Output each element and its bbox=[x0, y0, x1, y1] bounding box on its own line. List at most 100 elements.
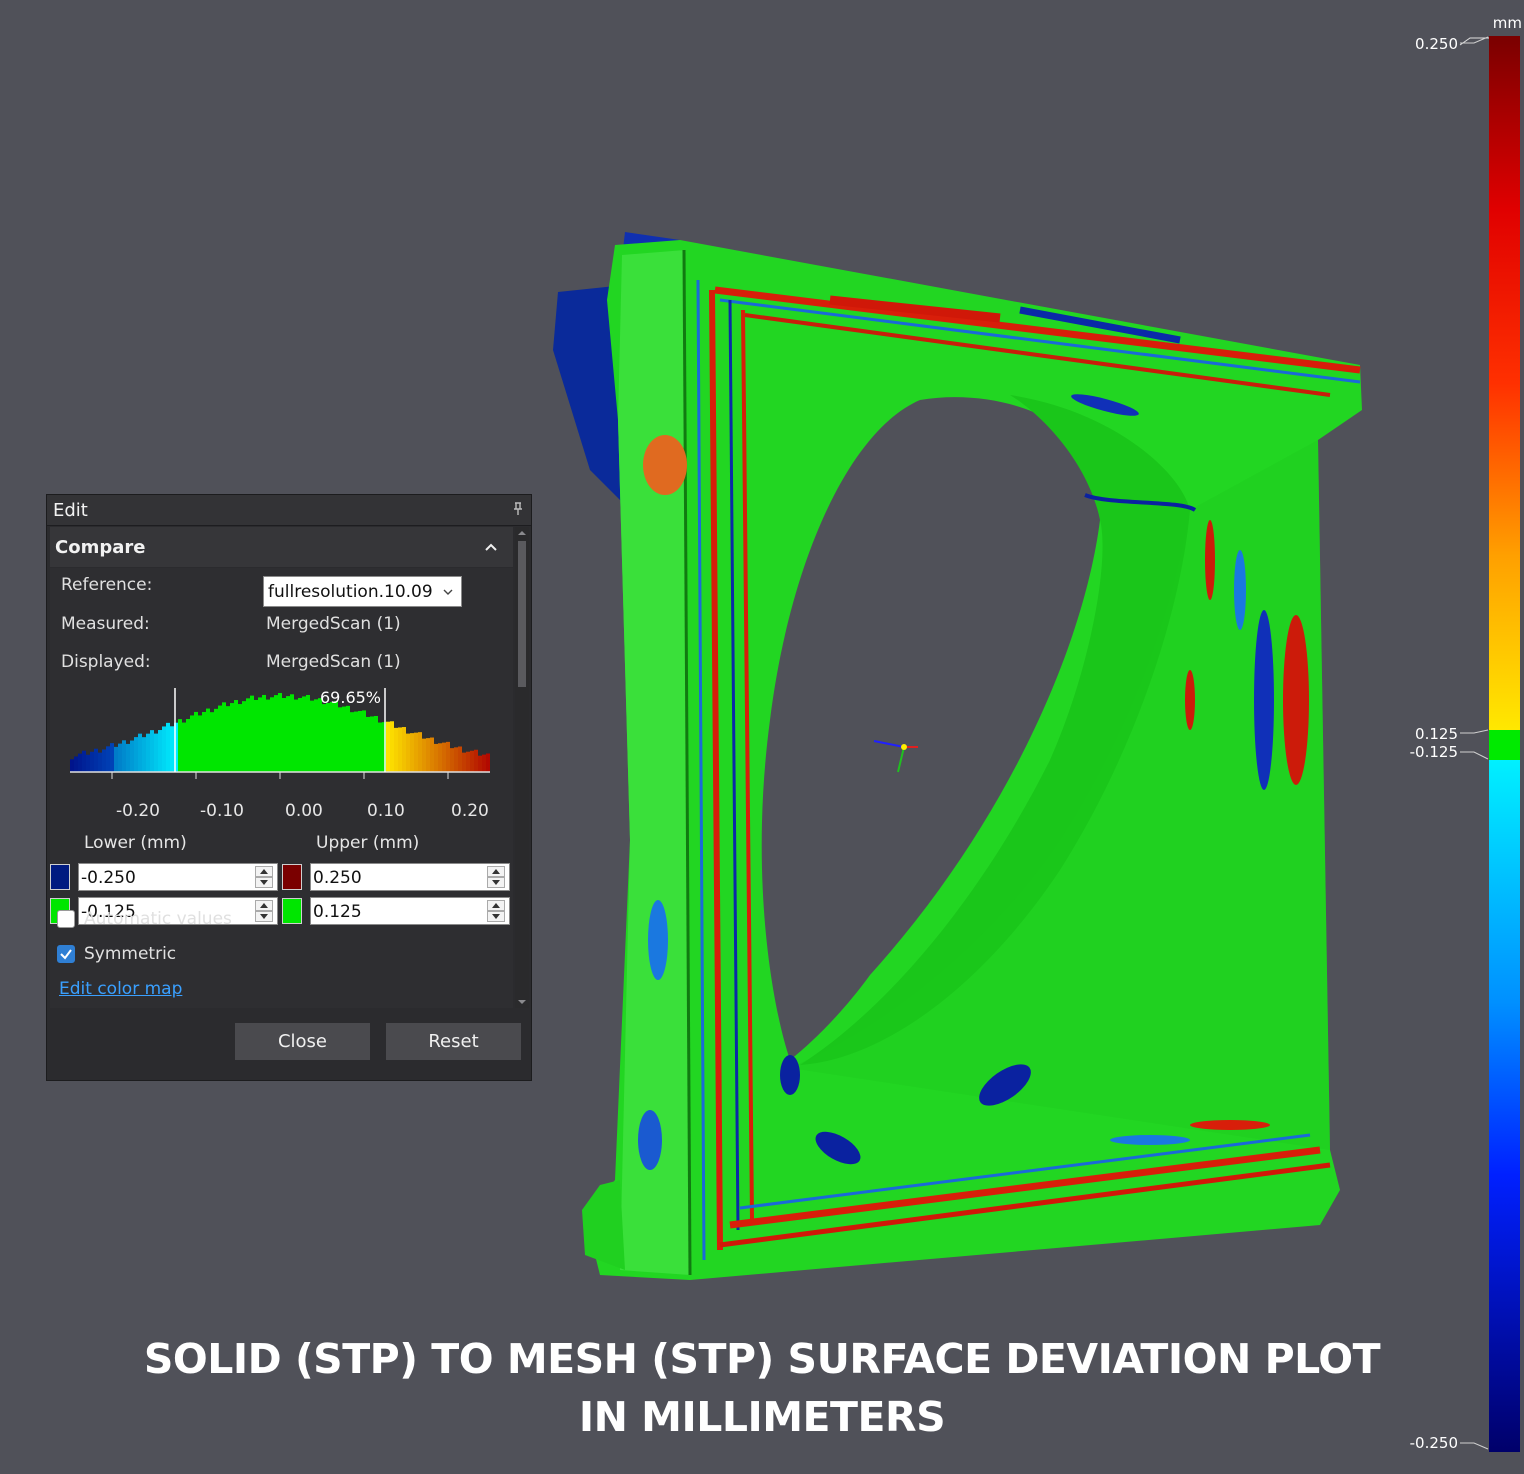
spinner-arrows-icon[interactable] bbox=[255, 866, 273, 888]
histogram-bar bbox=[354, 711, 358, 772]
color-scale-bar bbox=[1489, 36, 1520, 1452]
histogram-bar bbox=[370, 716, 374, 772]
histogram-bar bbox=[366, 716, 370, 772]
histogram-bar bbox=[154, 733, 158, 772]
deviation-mesh-model[interactable] bbox=[553, 232, 1362, 1280]
automatic-values-label: Automatic values bbox=[84, 909, 232, 929]
deviation-histogram[interactable] bbox=[70, 688, 494, 798]
histogram-bar bbox=[458, 746, 462, 772]
histogram-bar bbox=[122, 740, 126, 772]
histogram-bar bbox=[98, 752, 102, 772]
histogram-bar bbox=[194, 711, 198, 772]
automatic-values-checkbox[interactable] bbox=[57, 910, 75, 928]
reference-select[interactable]: fullresolution.10.09 bbox=[263, 576, 462, 607]
spinner-arrows-icon[interactable] bbox=[255, 900, 273, 922]
histogram-bar bbox=[110, 743, 114, 772]
histogram-bar bbox=[234, 700, 238, 772]
measured-value: MergedScan (1) bbox=[266, 614, 401, 634]
upper-inner-color-swatch[interactable] bbox=[282, 898, 302, 924]
histogram-bar bbox=[386, 721, 390, 772]
edit-color-map-link[interactable]: Edit color map bbox=[59, 979, 182, 999]
histogram-bar bbox=[486, 753, 490, 772]
spinner-arrows-icon[interactable] bbox=[487, 900, 505, 922]
histogram-bar bbox=[350, 712, 354, 772]
histogram-bar bbox=[426, 738, 430, 772]
scale-lower-tolerance-label: -0.125 bbox=[1409, 743, 1458, 761]
edit-panel: Edit Compare Reference: fullresolution.1… bbox=[46, 494, 532, 1081]
compare-section-body: Reference: fullresolution.10.09 Measured… bbox=[50, 568, 513, 1008]
histogram-bar bbox=[250, 695, 254, 772]
compare-section-title: Compare bbox=[55, 537, 146, 558]
edit-panel-title: Edit bbox=[53, 500, 88, 521]
scroll-thumb[interactable] bbox=[518, 541, 526, 687]
histogram-bar bbox=[82, 750, 86, 772]
compare-section-header[interactable]: Compare bbox=[50, 527, 513, 567]
histogram-bar bbox=[166, 722, 170, 772]
histogram-bar bbox=[398, 727, 402, 772]
edit-panel-titlebar[interactable]: Edit bbox=[47, 495, 531, 526]
histogram-bar bbox=[302, 696, 306, 772]
histogram-bar bbox=[342, 706, 346, 772]
histogram-bar bbox=[218, 705, 222, 772]
histogram-bar bbox=[290, 694, 294, 772]
histogram-bar bbox=[334, 701, 338, 772]
upper-inner-input[interactable]: 0.125 bbox=[310, 897, 510, 925]
histogram-bar bbox=[402, 727, 406, 772]
histogram-bar bbox=[326, 703, 330, 772]
histogram-bar bbox=[170, 726, 174, 772]
pin-icon[interactable] bbox=[511, 501, 525, 517]
histogram-bar bbox=[474, 749, 478, 772]
histogram-bar bbox=[238, 704, 242, 772]
histogram-bar bbox=[418, 732, 422, 772]
histogram-bar bbox=[74, 756, 78, 772]
histogram-bar bbox=[450, 748, 454, 772]
scale-max-label: 0.250 bbox=[1415, 35, 1458, 53]
symmetric-checkbox[interactable] bbox=[57, 945, 75, 963]
histogram-bar bbox=[130, 740, 134, 772]
histogram-bar bbox=[298, 697, 302, 772]
histogram-bar bbox=[190, 715, 194, 772]
scale-leader-lines bbox=[1460, 36, 1489, 1450]
axis-gizmo-icon[interactable] bbox=[873, 740, 918, 773]
histogram-bar bbox=[202, 711, 206, 772]
histogram-bar bbox=[270, 697, 274, 772]
reference-select-value: fullresolution.10.09 bbox=[268, 582, 433, 602]
upper-outer-input[interactable]: 0.250 bbox=[310, 863, 510, 891]
histogram-bar bbox=[470, 750, 474, 772]
close-button[interactable]: Close bbox=[235, 1023, 370, 1060]
histogram-bar bbox=[138, 733, 142, 772]
histogram-bar bbox=[106, 746, 110, 772]
histogram-bar bbox=[454, 747, 458, 772]
histogram-bar bbox=[222, 702, 226, 772]
hist-tick-label: 0.20 bbox=[451, 801, 489, 821]
histogram-bar bbox=[262, 694, 266, 772]
scale-upper-tolerance-label: 0.125 bbox=[1415, 725, 1458, 743]
chevron-up-icon[interactable] bbox=[483, 539, 499, 555]
reference-label: Reference: bbox=[61, 575, 153, 595]
histogram-bar bbox=[226, 706, 230, 772]
histogram-bar bbox=[294, 699, 298, 772]
histogram-bar bbox=[182, 722, 186, 772]
histogram-bar bbox=[414, 732, 418, 772]
upper-inner-value: 0.125 bbox=[313, 902, 362, 922]
histogram-bar bbox=[230, 703, 234, 772]
scroll-up-icon[interactable] bbox=[518, 529, 526, 537]
histogram-bar bbox=[314, 699, 318, 772]
histogram-bar bbox=[442, 742, 446, 772]
histogram-bar bbox=[178, 719, 182, 772]
histogram-bar bbox=[266, 699, 270, 772]
histogram-bar bbox=[146, 733, 150, 772]
histogram-bar bbox=[406, 733, 410, 772]
reset-button[interactable]: Reset bbox=[386, 1023, 521, 1060]
histogram-bar bbox=[482, 754, 486, 772]
histogram-bar bbox=[422, 738, 426, 772]
histogram-bar bbox=[338, 707, 342, 772]
spinner-arrows-icon[interactable] bbox=[487, 866, 505, 888]
upper-outer-color-swatch[interactable] bbox=[282, 864, 302, 890]
scroll-down-icon[interactable] bbox=[518, 998, 526, 1006]
compare-scrollbar[interactable] bbox=[515, 527, 529, 1008]
histogram-bar bbox=[362, 710, 366, 772]
displayed-label: Displayed: bbox=[61, 652, 151, 672]
lower-outer-input[interactable]: -0.250 bbox=[78, 863, 278, 891]
lower-outer-color-swatch[interactable] bbox=[50, 864, 70, 890]
